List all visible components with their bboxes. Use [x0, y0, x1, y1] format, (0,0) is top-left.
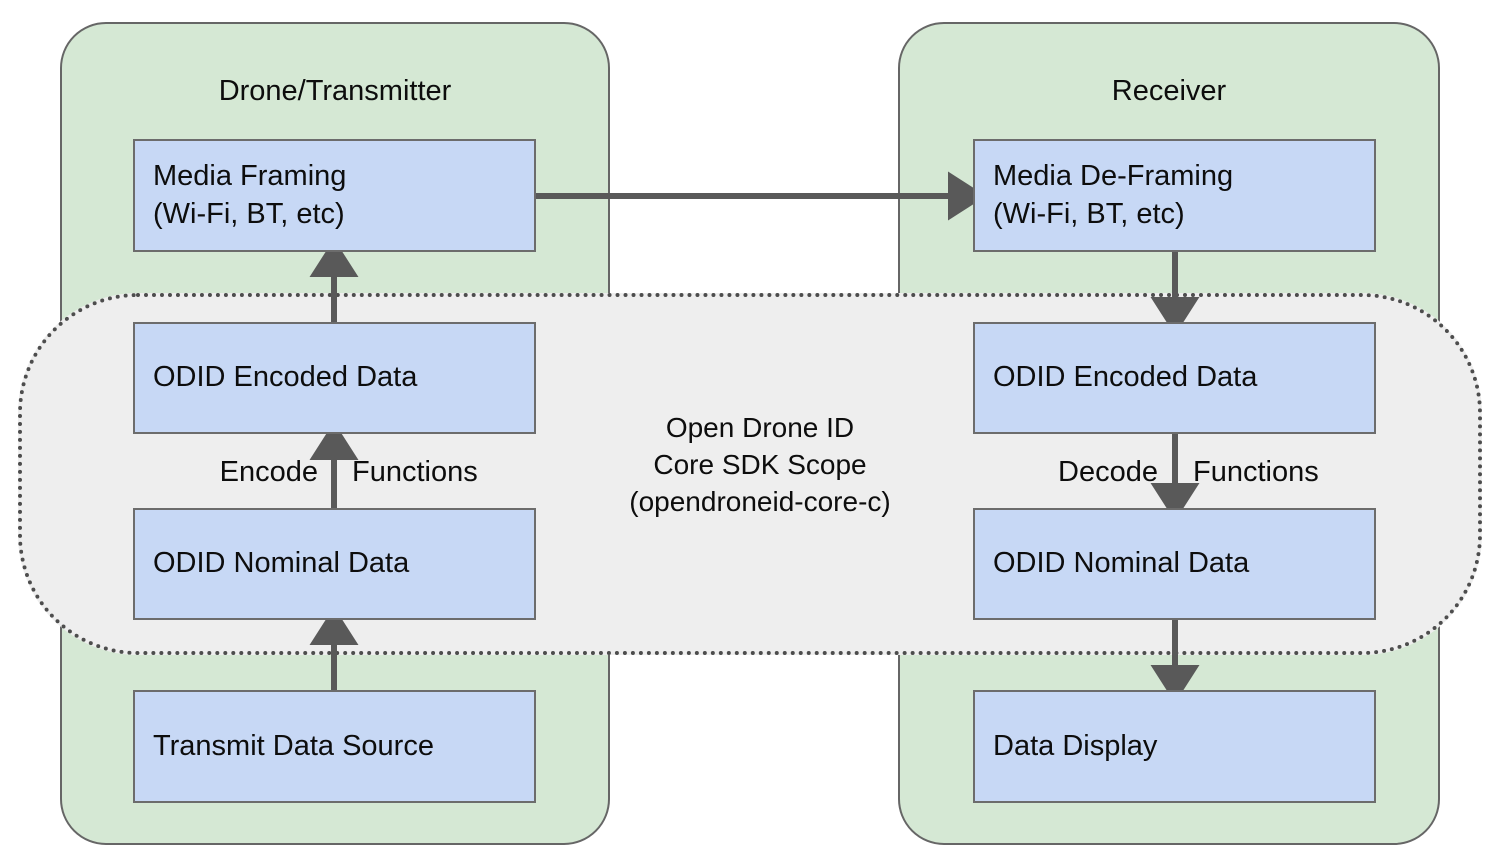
label-decode: Decode: [1058, 456, 1158, 488]
box-transmit-data-source[interactable]: Transmit Data Source: [133, 690, 536, 803]
label-encode-functions: Functions: [352, 456, 478, 488]
sdk-scope-label: Open Drone ID Core SDK Scope (opendronei…: [560, 410, 960, 521]
sdk-scope-line-3: (opendroneid-core-c): [629, 485, 891, 517]
box-tx-odid-encoded-data[interactable]: ODID Encoded Data: [133, 322, 536, 434]
box-data-display-label: Data Display: [993, 729, 1158, 762]
box-tx-odid-nominal-data-label: ODID Nominal Data: [153, 547, 410, 580]
box-media-framing-label: Media Framing (Wi-Fi, BT, etc): [153, 160, 347, 230]
diagram-canvas: Drone/Transmitter Receiver Open Drone ID…: [0, 0, 1500, 864]
box-rx-odid-encoded-data-label: ODID Encoded Data: [993, 361, 1258, 394]
box-transmit-data-source-label: Transmit Data Source: [153, 729, 434, 762]
box-media-deframing[interactable]: Media De-Framing (Wi-Fi, BT, etc): [973, 139, 1376, 252]
box-rx-odid-encoded-data[interactable]: ODID Encoded Data: [973, 322, 1376, 434]
sdk-scope-line-1: Open Drone ID: [665, 412, 855, 443]
box-tx-odid-encoded-data-label: ODID Encoded Data: [153, 361, 418, 394]
panel-title-receiver: Receiver: [1111, 75, 1227, 107]
box-tx-odid-nominal-data[interactable]: ODID Nominal Data: [133, 508, 536, 620]
sdk-scope-line-2: Core SDK Scope: [653, 448, 867, 480]
panel-title-drone-transmitter: Drone/Transmitter: [218, 75, 452, 107]
label-decode-functions: Functions: [1193, 456, 1319, 488]
label-encode: Encode: [219, 456, 318, 488]
box-rx-odid-nominal-data-label: ODID Nominal Data: [993, 547, 1250, 580]
box-rx-odid-nominal-data[interactable]: ODID Nominal Data: [973, 508, 1376, 620]
box-media-deframing-label: Media De-Framing (Wi-Fi, BT, etc): [993, 160, 1234, 230]
box-media-framing[interactable]: Media Framing (Wi-Fi, BT, etc): [133, 139, 536, 252]
box-data-display[interactable]: Data Display: [973, 690, 1376, 803]
